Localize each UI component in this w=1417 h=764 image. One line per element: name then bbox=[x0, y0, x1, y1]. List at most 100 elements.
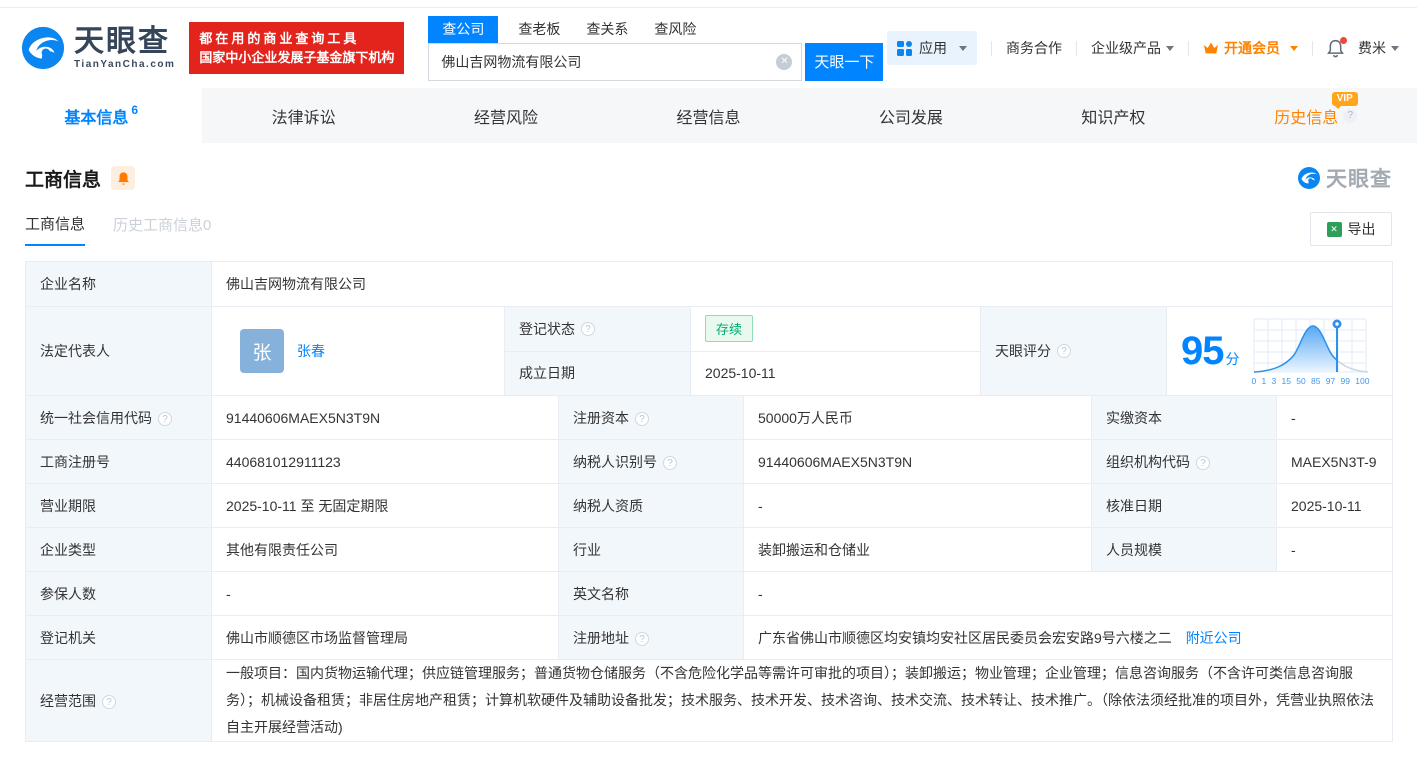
table-row: 参保人数 - 英文名称 - bbox=[26, 572, 1393, 616]
org-code-value: MAEX5N3T-9 bbox=[1277, 440, 1393, 484]
paid-capital-value: - bbox=[1277, 396, 1393, 440]
subtab-history-business-info[interactable]: 历史工商信息0 bbox=[113, 214, 211, 245]
business-scope-value: 一般项目：国内货物运输代理；供应链管理服务；普通货物仓储服务（不含危险化学品等需… bbox=[212, 660, 1393, 742]
tab-count: 6 bbox=[131, 103, 138, 117]
tianyancha-logo[interactable]: 天眼查 TianYanCha.com bbox=[20, 25, 175, 71]
taxpayer-id-value: 91440606MAEX5N3T9N bbox=[744, 440, 1092, 484]
legal-rep-avatar[interactable]: 张 bbox=[240, 329, 284, 373]
export-button[interactable]: ✕ 导出 bbox=[1310, 212, 1392, 246]
tab-label: 历史信息 bbox=[1274, 104, 1338, 128]
business-term-value: 2025-10-11 至 无固定期限 bbox=[212, 484, 559, 528]
search-tab-risk[interactable]: 查风险 bbox=[654, 19, 696, 39]
brand-name: 天眼查 bbox=[74, 27, 175, 57]
search-button[interactable]: 天眼一下 bbox=[805, 43, 883, 81]
tab-label: 知识产权 bbox=[1081, 104, 1145, 128]
vip-badge: VIP bbox=[1332, 92, 1358, 106]
notification-bell-icon[interactable] bbox=[1327, 39, 1344, 58]
search-tab-relation[interactable]: 查关系 bbox=[586, 19, 628, 39]
site-header: 天眼查 TianYanCha.com 都在用的商业查询工具 国家中小企业发展子基… bbox=[0, 8, 1417, 88]
nav-enterprise-products[interactable]: 企业级产品 bbox=[1091, 38, 1174, 58]
monitor-bell-icon[interactable] bbox=[111, 166, 135, 190]
score-tick: 3 bbox=[1272, 376, 1277, 386]
legal-rep-link[interactable]: 张春 bbox=[297, 341, 325, 361]
company-name-value: 佛山吉网物流有限公司 bbox=[212, 262, 1393, 307]
tab-history-info[interactable]: VIP 历史信息 ? bbox=[1215, 88, 1417, 143]
search-input[interactable] bbox=[428, 43, 802, 81]
chevron-down-icon bbox=[1391, 46, 1399, 51]
info-icon[interactable]: ? bbox=[635, 412, 649, 426]
score-axis-ticks: 0131550859799100 bbox=[1252, 376, 1370, 386]
tab-label: 经营风险 bbox=[474, 104, 538, 128]
tab-company-development[interactable]: 公司发展 bbox=[810, 88, 1012, 143]
main-tab-bar: 基本信息 6 法律诉讼 经营风险 经营信息 公司发展 知识产权 VIP 历史信息… bbox=[0, 88, 1417, 143]
watermark-text: 天眼查 bbox=[1326, 163, 1392, 193]
score-cell: 95分 bbox=[1167, 307, 1378, 395]
score-distribution-chart: 0131550859799100 bbox=[1252, 317, 1370, 386]
company-type-label: 企业类型 bbox=[26, 528, 212, 572]
divider bbox=[991, 41, 992, 56]
business-info-table: 企业名称 佛山吉网物流有限公司 法定代表人 张 张春 登记状态? bbox=[25, 261, 1393, 742]
nearby-companies-link[interactable]: 附近公司 bbox=[1186, 630, 1242, 646]
score-tick: 97 bbox=[1326, 376, 1335, 386]
watermark-logo-icon bbox=[1297, 166, 1321, 190]
info-icon[interactable]: ? bbox=[635, 632, 649, 646]
info-icon[interactable]: ? bbox=[581, 322, 595, 336]
reg-status-label: 登记状态? bbox=[505, 307, 691, 351]
legal-rep-cell: 张 张春 bbox=[226, 307, 505, 395]
approval-date-label: 核准日期 bbox=[1092, 484, 1277, 528]
status-badge: 存续 bbox=[705, 315, 753, 342]
reg-address-value: 广东省佛山市顺德区均安镇均安社区居民委员会宏安路9号六楼之二 bbox=[758, 630, 1172, 646]
industry-value: 装卸搬运和仓储业 bbox=[744, 528, 1092, 572]
clear-search-icon[interactable]: ✕ bbox=[776, 54, 792, 70]
insured-count-value: - bbox=[212, 572, 559, 616]
user-menu[interactable]: 费米 bbox=[1358, 38, 1399, 58]
score-tick: 100 bbox=[1355, 376, 1369, 386]
tianyancha-watermark: 天眼查 bbox=[1297, 163, 1392, 193]
open-vip-label: 开通会员 bbox=[1224, 38, 1280, 58]
section-subtabs: 工商信息 历史工商信息0 ✕ 导出 bbox=[25, 209, 1392, 249]
tab-business-info[interactable]: 经营信息 bbox=[607, 88, 809, 143]
info-icon[interactable]: ? bbox=[158, 412, 172, 426]
tab-label: 公司发展 bbox=[879, 104, 943, 128]
nav-business-coop[interactable]: 商务合作 bbox=[1006, 38, 1062, 58]
crown-icon bbox=[1203, 41, 1219, 55]
tab-operational-risk[interactable]: 经营风险 bbox=[405, 88, 607, 143]
apps-menu[interactable]: 应用 bbox=[887, 31, 977, 65]
help-icon: ? bbox=[1343, 109, 1357, 123]
header-nav: 应用 商务合作 企业级产品 开通会员 费米 bbox=[887, 31, 1399, 65]
legal-rep-label: 法定代表人 bbox=[26, 307, 212, 396]
staff-size-label: 人员规模 bbox=[1092, 528, 1277, 572]
tab-legal-proceedings[interactable]: 法律诉讼 bbox=[202, 88, 404, 143]
english-name-value: - bbox=[744, 572, 1393, 616]
org-code-label: 组织机构代码? bbox=[1092, 440, 1277, 484]
subtab-business-info[interactable]: 工商信息 bbox=[25, 213, 85, 246]
tab-label: 法律诉讼 bbox=[272, 104, 336, 128]
score-tick: 50 bbox=[1296, 376, 1305, 386]
tab-basic-info[interactable]: 基本信息 6 bbox=[0, 88, 202, 143]
reg-number-value: 440681012911123 bbox=[212, 440, 559, 484]
nav-open-vip[interactable]: 开通会员 bbox=[1203, 38, 1298, 58]
section-title: 工商信息 bbox=[25, 165, 101, 192]
excel-icon: ✕ bbox=[1327, 222, 1342, 237]
info-icon[interactable]: ? bbox=[663, 456, 677, 470]
table-row: 企业名称 佛山吉网物流有限公司 bbox=[26, 262, 1393, 307]
table-row: 企业类型 其他有限责任公司 行业 装卸搬运和仓储业 人员规模 - bbox=[26, 528, 1393, 572]
slogan-line1: 都在用的商业查询工具 bbox=[199, 29, 394, 48]
enterprise-label: 企业级产品 bbox=[1091, 38, 1161, 58]
table-row: 登记机关 佛山市顺德区市场监督管理局 注册地址? 广东省佛山市顺德区均安镇均安社… bbox=[26, 616, 1393, 660]
info-icon[interactable]: ? bbox=[1057, 344, 1071, 358]
search-area: 查公司 查老板 查关系 查风险 ✕ 天眼一下 bbox=[428, 16, 883, 81]
credit-code-label: 统一社会信用代码? bbox=[26, 396, 212, 440]
search-tabs: 查公司 查老板 查关系 查风险 bbox=[428, 16, 883, 43]
tab-intellectual-property[interactable]: 知识产权 bbox=[1012, 88, 1214, 143]
search-tab-boss[interactable]: 查老板 bbox=[518, 19, 560, 39]
tab-label: 基本信息 bbox=[64, 104, 128, 128]
info-icon[interactable]: ? bbox=[102, 695, 116, 709]
info-icon[interactable]: ? bbox=[1196, 456, 1210, 470]
score-label: 天眼评分? bbox=[981, 307, 1167, 395]
industry-label: 行业 bbox=[559, 528, 744, 572]
reg-status-value: 存续 bbox=[691, 307, 981, 351]
search-tab-company[interactable]: 查公司 bbox=[428, 16, 498, 43]
brand-domain: TianYanCha.com bbox=[74, 59, 175, 70]
reg-capital-value: 50000万人民币 bbox=[744, 396, 1092, 440]
